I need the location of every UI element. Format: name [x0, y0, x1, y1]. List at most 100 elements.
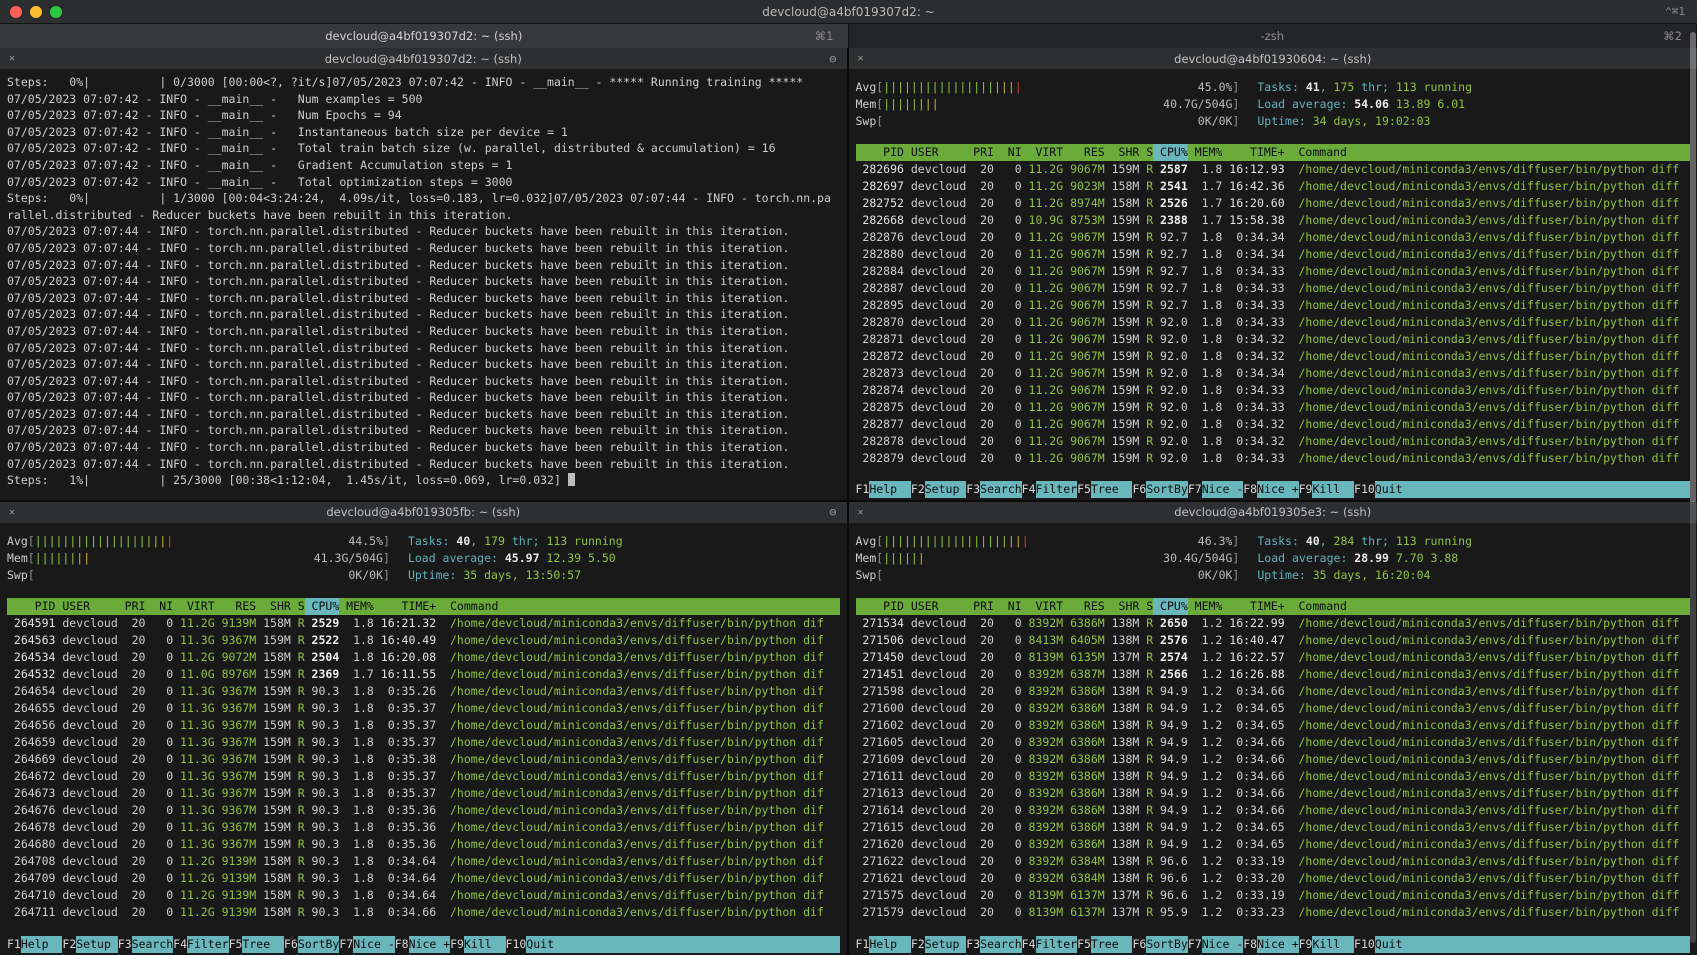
htop-view[interactable]: Avg[||||||||||||||||||||44.5%]Mem[||||||… [0, 523, 847, 955]
fkey-f6[interactable]: F6 [1132, 481, 1146, 498]
fkey-f3[interactable]: F3 [966, 936, 980, 953]
process-row[interactable]: 264711devcloud20011.2G9139M158MR90.31.80… [7, 904, 840, 921]
fkey-action-help[interactable]: Help [869, 936, 911, 953]
process-row[interactable]: 282668devcloud20010.9G8753M159MR23881.71… [856, 212, 1691, 229]
close-window-button[interactable] [10, 6, 22, 18]
process-row[interactable]: 271600devcloud2008392M6386M138MR94.91.20… [856, 700, 1691, 717]
htop-view[interactable]: Avg[||||||||||||||||||||45.0%]Mem[||||||… [849, 69, 1697, 500]
fkey-f3[interactable]: F3 [118, 936, 132, 953]
fkey-action-search[interactable]: Search [132, 936, 174, 953]
fkey-action-quit[interactable]: Quit [1375, 481, 1417, 498]
process-row[interactable]: 264654devcloud20011.3G9367M159MR90.31.80… [7, 683, 840, 700]
process-row[interactable]: 271450devcloud2008139M6135M137MR25741.21… [856, 649, 1691, 666]
fkey-action-sortby[interactable]: SortBy [1146, 936, 1188, 953]
process-row[interactable]: 271622devcloud2008392M6384M138MR96.61.20… [856, 853, 1691, 870]
fkey-action-quit[interactable]: Quit [526, 936, 568, 953]
fkey-f4[interactable]: F4 [1022, 481, 1036, 498]
process-row[interactable]: 282871devcloud20011.2G9067M159MR92.01.80… [856, 331, 1691, 348]
table-header-row[interactable]: PIDUSERPRINIVIRTRESSHRSCPU%MEM%TIME+Comm… [856, 598, 1691, 615]
process-row[interactable]: 271614devcloud2008392M6386M138MR94.91.20… [856, 802, 1691, 819]
fkey-f3[interactable]: F3 [966, 481, 980, 498]
fkey-action-kill[interactable]: Kill [464, 936, 506, 953]
fkey-f2[interactable]: F2 [62, 936, 76, 953]
process-row[interactable]: 271506devcloud2008413M6405M138MR25761.21… [856, 632, 1691, 649]
pane-close-icon[interactable]: ✕ [849, 53, 873, 64]
process-row[interactable]: 271615devcloud2008392M6386M138MR94.91.20… [856, 819, 1691, 836]
process-row[interactable]: 264710devcloud20011.2G9139M158MR90.31.80… [7, 887, 840, 904]
process-row[interactable]: 282696devcloud20011.2G9067M159MR25871.81… [856, 161, 1691, 178]
process-row[interactable]: 271609devcloud2008392M6386M138MR94.91.20… [856, 751, 1691, 768]
fkey-f10[interactable]: F10 [506, 936, 527, 953]
fkey-f1[interactable]: F1 [856, 481, 870, 498]
fkey-f2[interactable]: F2 [911, 936, 925, 953]
table-header-row[interactable]: PIDUSERPRINIVIRTRESSHRSCPU%MEM%TIME+Comm… [7, 598, 840, 615]
process-row[interactable]: 271575devcloud2008139M6137M137MR96.61.20… [856, 887, 1691, 904]
fkey-action-nice-+[interactable]: Nice + [1257, 481, 1299, 498]
fkey-action-setup[interactable]: Setup [76, 936, 118, 953]
process-row[interactable]: 264669devcloud20011.3G9367M159MR90.31.80… [7, 751, 840, 768]
fkey-f1[interactable]: F1 [856, 936, 870, 953]
process-row[interactable]: 271621devcloud2008392M6384M138MR96.61.20… [856, 870, 1691, 887]
tab-zsh[interactable]: -zsh ⌘2 [849, 24, 1697, 48]
fkey-action-sortby[interactable]: SortBy [1146, 481, 1188, 498]
window-titlebar[interactable]: devcloud@a4bf019307d2: ~ ⌃⌘1 [0, 0, 1697, 24]
training-log-output[interactable]: Steps: 0%| | 0/3000 [00:00<?, ?it/s]07/0… [0, 69, 847, 500]
fkey-f6[interactable]: F6 [1132, 936, 1146, 953]
fkey-f6[interactable]: F6 [284, 936, 298, 953]
fkey-action-tree[interactable]: Tree [1091, 936, 1133, 953]
htop-view[interactable]: Avg[|||||||||||||||||||||46.3%]Mem[|||||… [849, 523, 1697, 955]
tab-ssh-session[interactable]: devcloud@a4bf019307d2: ~ (ssh) ⌘1 [0, 24, 849, 48]
process-row[interactable]: 282872devcloud20011.2G9067M159MR92.01.80… [856, 348, 1691, 365]
process-row[interactable]: 264532devcloud20011.0G8976M159MR23691.71… [7, 666, 840, 683]
fkey-action-filter[interactable]: Filter [187, 936, 229, 953]
fkey-f8[interactable]: F8 [395, 936, 409, 953]
process-row[interactable]: 264534devcloud20011.2G9072M158MR25041.81… [7, 649, 840, 666]
fkey-action-filter[interactable]: Filter [1036, 936, 1078, 953]
process-row[interactable]: 271613devcloud2008392M6386M138MR94.91.20… [856, 785, 1691, 802]
fkey-action-kill[interactable]: Kill [1312, 936, 1354, 953]
process-row[interactable]: 271605devcloud2008392M6386M138MR94.91.20… [856, 734, 1691, 751]
process-row[interactable]: 264709devcloud20011.2G9139M158MR90.31.80… [7, 870, 840, 887]
pane-menu-icon[interactable]: ⊖ [829, 505, 846, 519]
fkey-action-nice--[interactable]: Nice - [353, 936, 395, 953]
process-row[interactable]: 282895devcloud20011.2G9067M159MR92.71.80… [856, 297, 1691, 314]
fkey-f7[interactable]: F7 [1188, 936, 1202, 953]
fkey-f8[interactable]: F8 [1243, 481, 1257, 498]
process-row[interactable]: 264655devcloud20011.3G9367M159MR90.31.80… [7, 700, 840, 717]
process-row[interactable]: 271598devcloud2008392M6386M138MR94.91.20… [856, 683, 1691, 700]
process-row[interactable]: 282874devcloud20011.2G9067M159MR92.01.80… [856, 382, 1691, 399]
process-row[interactable]: 264659devcloud20011.3G9367M159MR90.31.80… [7, 734, 840, 751]
process-row[interactable]: 264656devcloud20011.3G9367M159MR90.31.80… [7, 717, 840, 734]
process-row[interactable]: 282873devcloud20011.2G9067M159MR92.01.80… [856, 365, 1691, 382]
process-row[interactable]: 282877devcloud20011.2G9067M159MR92.01.80… [856, 416, 1691, 433]
fkey-f5[interactable]: F5 [1077, 481, 1091, 498]
fkey-f5[interactable]: F5 [1077, 936, 1091, 953]
fkey-action-setup[interactable]: Setup [925, 481, 967, 498]
fkey-action-nice--[interactable]: Nice - [1202, 936, 1244, 953]
process-row[interactable]: 271611devcloud2008392M6386M138MR94.91.20… [856, 768, 1691, 785]
process-row[interactable]: 264680devcloud20011.3G9367M159MR90.31.80… [7, 836, 840, 853]
fkey-action-help[interactable]: Help [869, 481, 911, 498]
fkey-action-search[interactable]: Search [980, 936, 1022, 953]
table-header-row[interactable]: PIDUSERPRINIVIRTRESSHRSCPU%MEM%TIME+Comm… [856, 144, 1691, 161]
process-row[interactable]: 264563devcloud20011.3G9367M159MR25221.81… [7, 632, 840, 649]
fkey-action-search[interactable]: Search [980, 481, 1022, 498]
process-row[interactable]: 282876devcloud20011.2G9067M159MR92.71.80… [856, 229, 1691, 246]
fkey-action-help[interactable]: Help [21, 936, 63, 953]
fkey-f4[interactable]: F4 [173, 936, 187, 953]
process-row[interactable]: 282752devcloud20011.2G8974M158MR25261.71… [856, 195, 1691, 212]
process-row[interactable]: 264676devcloud20011.3G9367M159MR90.31.80… [7, 802, 840, 819]
fkey-action-tree[interactable]: Tree [1091, 481, 1133, 498]
scrollbar[interactable] [1690, 48, 1696, 502]
process-row[interactable]: 271451devcloud2008392M6387M138MR25661.21… [856, 666, 1691, 683]
fkey-action-filter[interactable]: Filter [1036, 481, 1078, 498]
fkey-f7[interactable]: F7 [339, 936, 353, 953]
fkey-f10[interactable]: F10 [1354, 936, 1375, 953]
fkey-f8[interactable]: F8 [1243, 936, 1257, 953]
fkey-action-sortby[interactable]: SortBy [298, 936, 340, 953]
process-row[interactable]: 264678devcloud20011.3G9367M159MR90.31.80… [7, 819, 840, 836]
fkey-f9[interactable]: F9 [1299, 481, 1313, 498]
process-row[interactable]: 282887devcloud20011.2G9067M159MR92.71.80… [856, 280, 1691, 297]
fkey-action-nice--[interactable]: Nice - [1202, 481, 1244, 498]
zoom-window-button[interactable] [50, 6, 62, 18]
